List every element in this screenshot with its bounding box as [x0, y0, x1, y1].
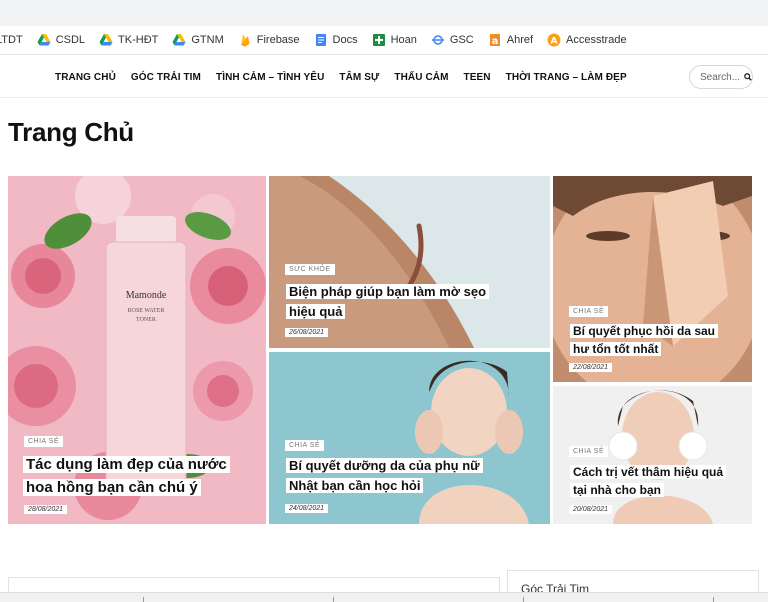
- post-title[interactable]: Tác dụng làm đẹp của nước hoa hồng bạn c…: [26, 454, 262, 499]
- ahrefs-icon: a: [489, 34, 500, 47]
- post-title[interactable]: Biện pháp giúp bạn làm mờ sẹo hiệu quả: [289, 282, 539, 321]
- search-button[interactable]: Search...: [689, 65, 753, 89]
- search-icon: [744, 73, 752, 81]
- post-card-skin-recovery[interactable]: CHIA SẺ Bí quyết phục hồi da sau hư tổn …: [553, 176, 752, 382]
- bookmark-accesstrade[interactable]: A Accesstrade: [547, 33, 627, 47]
- scar-on-skin-image: [269, 176, 550, 348]
- post-date: 26/08/2021: [285, 328, 329, 337]
- post-title[interactable]: Bí quyết dưỡng da của phụ nữ Nhật bạn cầ…: [289, 456, 539, 495]
- post-date: 22/08/2021: [569, 363, 613, 372]
- post-title[interactable]: Cách trị vết thâm hiệu quả tại nhà cho b…: [573, 463, 748, 499]
- woman-touching-face-image: [269, 352, 550, 524]
- search-console-icon: [431, 35, 444, 45]
- bookmark-ltdt[interactable]: LTDT: [0, 34, 23, 46]
- post-category[interactable]: CHIA SẺ: [569, 446, 609, 457]
- main-menu: TRANG CHỦ GÓC TRẢI TIM TÌNH CẢM – TÌNH Y…: [55, 56, 642, 98]
- post-card-rose-water[interactable]: Mamonde ROSE WATER TONER CHIA SẺ Tác dụn…: [8, 176, 266, 524]
- post-title[interactable]: Bí quyết phục hồi da sau hư tổn tốt nhất: [573, 322, 748, 358]
- nav-thoi-trang-lam-dep[interactable]: THỜI TRANG – LÀM ĐẸP: [506, 72, 627, 83]
- post-category[interactable]: CHIA SẺ: [285, 440, 325, 451]
- browser-top-strip: [0, 0, 768, 26]
- bookmark-gsc[interactable]: GSC: [431, 33, 474, 47]
- nav-tam-su[interactable]: TÂM SỰ: [339, 72, 379, 83]
- svg-text:TONER: TONER: [136, 317, 156, 323]
- post-date: 24/08/2021: [285, 504, 329, 513]
- svg-text:A: A: [551, 37, 558, 47]
- google-drive-icon: [37, 34, 51, 46]
- nav-tinh-cam-tinh-yeu[interactable]: TÌNH CẢM – TÌNH YÊU: [216, 72, 324, 83]
- post-category[interactable]: CHIA SẺ: [24, 436, 64, 447]
- google-drive-icon: [172, 34, 186, 46]
- post-category[interactable]: CHIA SẺ: [569, 306, 609, 317]
- post-card-japanese-skincare[interactable]: CHIA SẺ Bí quyết dưỡng da của phụ nữ Nhậ…: [269, 352, 550, 524]
- product-brand-text: Mamonde: [126, 290, 167, 301]
- svg-text:a: a: [491, 36, 498, 47]
- svg-text:ROSE WATER: ROSE WATER: [128, 308, 165, 314]
- page-title: Trang Chủ: [8, 117, 134, 147]
- bookmark-ahref[interactable]: a Ahref: [488, 33, 533, 47]
- nav-goc-trai-tim[interactable]: GÓC TRẢI TIM: [131, 72, 201, 83]
- bookmark-firebase[interactable]: Firebase: [238, 33, 300, 47]
- bookmark-hoan[interactable]: Hoan: [372, 33, 417, 47]
- accesstrade-icon: A: [547, 33, 561, 47]
- search-label: Search: [700, 71, 732, 83]
- horizontal-scrollbar[interactable]: [0, 592, 768, 602]
- bookmark-tk-hdt[interactable]: TK-HĐT: [99, 33, 158, 47]
- post-date: 28/08/2021: [24, 505, 68, 514]
- google-drive-icon: [99, 34, 113, 46]
- bookmark-docs[interactable]: Docs: [314, 33, 358, 47]
- bookmark-csdl[interactable]: CSDL: [37, 33, 85, 47]
- post-card-scar[interactable]: SỨC KHỎE Biện pháp giúp bạn làm mờ sẹo h…: [269, 176, 550, 348]
- post-category[interactable]: SỨC KHỎE: [285, 264, 335, 275]
- nav-teen[interactable]: TEEN: [464, 72, 491, 83]
- firebase-icon: [240, 34, 250, 47]
- nav-trang-chu[interactable]: TRANG CHỦ: [55, 72, 116, 83]
- bookmarks-bar: LTDT CSDL TK-HĐT GTNM Firebase Docs Hoan…: [0, 26, 768, 55]
- green-cross-icon: [372, 34, 385, 46]
- post-date: 20/08/2021: [569, 505, 613, 514]
- bookmark-gtnm[interactable]: GTNM: [172, 33, 224, 47]
- post-card-dark-spots[interactable]: CHIA SẺ Cách trị vết thâm hiệu quả tại n…: [553, 386, 752, 524]
- site-header: TRANG CHỦ GÓC TRẢI TIM TÌNH CẢM – TÌNH Y…: [0, 56, 768, 98]
- nav-thau-cam[interactable]: THẤU CẢM: [394, 72, 448, 83]
- google-docs-icon: [315, 34, 326, 46]
